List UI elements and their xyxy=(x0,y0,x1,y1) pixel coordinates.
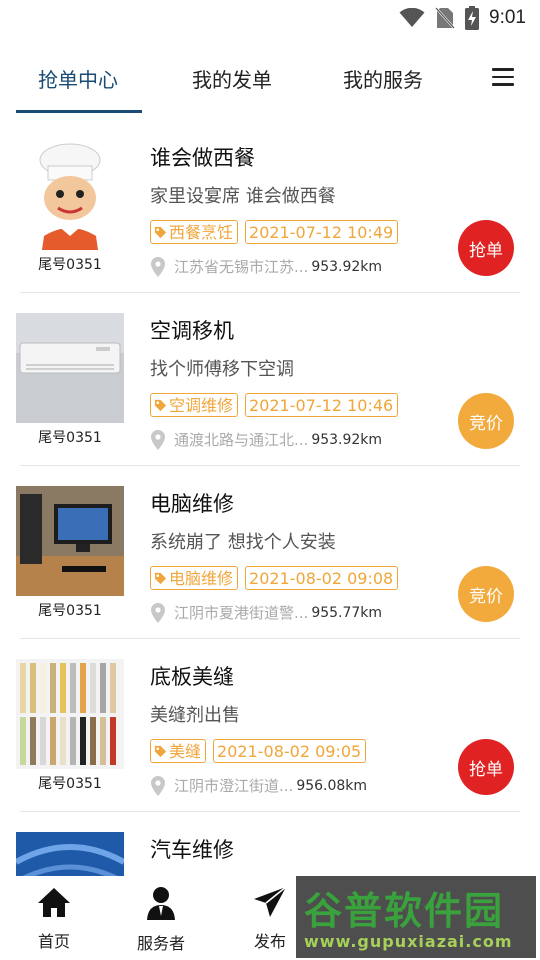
tag-icon xyxy=(154,572,167,584)
item-address: 通渡北路与通江北... xyxy=(174,431,309,449)
location-row: 江阴市夏港街道警... 955.77km xyxy=(150,602,382,623)
watermark-logo: 谷普软件园 www.gupuxiazai.com xyxy=(296,876,536,958)
list-item[interactable]: 尾号0351 电脑维修 系统崩了 想找个人安装 电脑维修 2021-08-02 … xyxy=(0,466,540,639)
category-label: 西餐烹饪 xyxy=(169,222,234,242)
item-address: 江阴市夏港街道警... xyxy=(174,604,309,622)
publisher-tail-number: 尾号0351 xyxy=(38,603,102,619)
item-distance: 956.08km xyxy=(296,777,368,794)
item-title: 谁会做西餐 xyxy=(150,146,255,170)
item-title: 空调移机 xyxy=(150,319,234,343)
clock: 9:01 xyxy=(489,7,526,28)
list-item[interactable]: 尾号0351 底板美缝 美缝剂出售 美缝 2021-08-02 09:05 江阴… xyxy=(0,639,540,812)
item-title: 汽车维修 xyxy=(150,838,234,862)
item-thumbnail xyxy=(16,659,124,769)
no-sim-icon xyxy=(435,7,455,29)
bid-button[interactable]: 竞价 xyxy=(458,393,514,449)
tab-my-services[interactable]: 我的服务 xyxy=(343,64,423,93)
category-tag: 西餐烹饪 xyxy=(150,220,239,244)
location-row: 江阴市澄江街道... 956.08km xyxy=(150,775,367,796)
item-description: 系统崩了 想找个人安装 xyxy=(150,532,336,553)
item-description: 家里设宴席 谁会做西餐 xyxy=(150,186,336,207)
item-description: 美缝剂出售 xyxy=(150,705,240,726)
watermark-url: www.gupuxiazai.com xyxy=(304,932,513,951)
nav-home-label: 首页 xyxy=(37,932,70,951)
nav-providers[interactable]: 服务者 xyxy=(116,886,206,954)
publisher-tail-number: 尾号0351 xyxy=(38,430,102,446)
item-description: 找个师傅移下空调 xyxy=(150,359,294,380)
location-row: 通渡北路与通江北... 953.92km xyxy=(150,429,382,450)
item-title: 底板美缝 xyxy=(150,665,234,689)
list-item[interactable]: 汽车维修 xyxy=(0,812,540,876)
item-title: 电脑维修 xyxy=(150,492,234,516)
category-label: 美缝 xyxy=(169,741,202,761)
location-pin-icon xyxy=(151,602,165,623)
grab-order-button[interactable]: 抢单 xyxy=(458,739,514,795)
time-tag: 2021-08-02 09:05 xyxy=(213,739,367,763)
status-bar: 9:01 xyxy=(0,0,540,38)
grab-order-button[interactable]: 抢单 xyxy=(458,220,514,276)
category-label: 空调维修 xyxy=(169,395,234,415)
bid-button[interactable]: 竞价 xyxy=(458,566,514,622)
item-thumbnail xyxy=(16,486,124,596)
publisher-tail-number: 尾号0351 xyxy=(38,257,102,273)
menu-icon[interactable] xyxy=(492,68,514,86)
category-label: 电脑维修 xyxy=(169,568,234,588)
category-tag: 美缝 xyxy=(150,739,207,763)
location-pin-icon xyxy=(151,256,165,277)
list-item[interactable]: 尾号0351 空调移机 找个师傅移下空调 空调维修 2021-07-12 10:… xyxy=(0,293,540,466)
send-icon xyxy=(254,886,287,917)
category-tag: 空调维修 xyxy=(150,393,239,417)
item-distance: 953.92km xyxy=(311,258,383,275)
time-tag: 2021-07-12 10:46 xyxy=(245,393,399,417)
list-item[interactable]: 尾号0351 谁会做西餐 家里设宴席 谁会做西餐 西餐烹饪 2021-07-12… xyxy=(0,120,540,293)
top-tabs: 抢单中心 我的发单 我的服务 xyxy=(0,50,540,114)
order-list: 尾号0351 谁会做西餐 家里设宴席 谁会做西餐 西餐烹饪 2021-07-12… xyxy=(0,120,540,876)
publisher-tail-number: 尾号0351 xyxy=(38,776,102,792)
person-icon xyxy=(147,887,175,920)
watermark-text: 谷普软件园 xyxy=(304,889,505,933)
tag-icon xyxy=(154,226,167,238)
location-pin-icon xyxy=(151,775,165,796)
tag-icon xyxy=(154,745,167,757)
item-thumbnail xyxy=(16,832,124,876)
location-row: 江苏省无锡市江苏... 953.92km xyxy=(150,256,382,277)
item-address: 江阴市澄江街道... xyxy=(174,777,294,795)
home-icon xyxy=(38,888,70,917)
time-tag: 2021-07-12 10:49 xyxy=(245,220,399,244)
tab-grab-orders[interactable]: 抢单中心 xyxy=(38,64,118,93)
time-tag: 2021-08-02 09:08 xyxy=(245,566,399,590)
nav-providers-label: 服务者 xyxy=(136,934,185,953)
battery-charging-icon xyxy=(465,6,480,30)
tab-my-orders[interactable]: 我的发单 xyxy=(192,64,272,93)
nav-home[interactable]: 首页 xyxy=(9,886,99,952)
item-distance: 953.92km xyxy=(311,431,383,448)
active-tab-indicator xyxy=(16,110,142,113)
item-distance: 955.77km xyxy=(311,604,383,621)
item-address: 江苏省无锡市江苏... xyxy=(174,258,309,276)
item-thumbnail xyxy=(16,313,124,423)
wifi-icon xyxy=(399,8,425,27)
category-tag: 电脑维修 xyxy=(150,566,239,590)
location-pin-icon xyxy=(151,429,165,450)
tag-icon xyxy=(154,399,167,411)
item-thumbnail xyxy=(16,140,124,250)
